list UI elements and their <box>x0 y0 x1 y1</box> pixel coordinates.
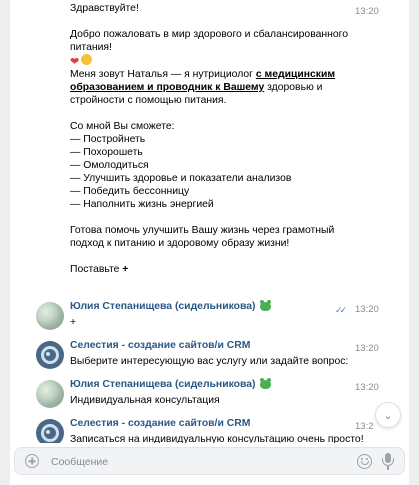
message-time: 13:2 <box>355 421 374 432</box>
intro-before: Меня зовут Наталья — я нутрициолог <box>70 69 256 80</box>
cta-label: Поставьте <box>70 264 123 275</box>
message-item[interactable]: Селестия - создание сайтов/и CRM Выберит… <box>10 339 409 379</box>
avatar[interactable] <box>36 302 64 330</box>
greeting-text: Здравствуйте! <box>70 3 139 14</box>
frog-icon <box>259 378 271 389</box>
frog-icon <box>259 300 271 311</box>
message-placeholder[interactable]: Сообщение <box>51 456 108 468</box>
message-text: Записаться на индивидуальную консультаци… <box>70 434 364 443</box>
list-item: — Наполнить жизнь энергией <box>70 199 214 210</box>
message-time: 13:20 <box>355 382 379 393</box>
message-input[interactable]: Сообщение <box>14 447 405 475</box>
smile-icon[interactable] <box>357 454 372 469</box>
list-item: — Похорошеть <box>70 147 143 158</box>
emoji-row: ❤ <box>70 54 350 68</box>
message-item[interactable]: Юлия Степанищева (сидельникова) Индивиду… <box>10 378 409 418</box>
welcome-message: Здравствуйте! Добро пожаловать в мир здо… <box>70 2 350 276</box>
read-status-icon: ✓✓ <box>335 305 347 315</box>
welcome-text: Добро пожаловать в мир здорового и сбала… <box>70 29 348 53</box>
message-text: + <box>70 317 77 328</box>
message-item[interactable]: Селестия - создание сайтов/и CRM Записат… <box>10 417 409 443</box>
microphone-icon[interactable] <box>382 453 394 471</box>
author-name[interactable]: Юлия Степанищева (сидельникова) <box>70 379 256 390</box>
list-item: — Победить бессонницу <box>70 186 190 197</box>
avatar[interactable] <box>36 380 64 408</box>
scroll-down-button[interactable]: ⌄ <box>375 402 401 428</box>
heart-icon: ❤ <box>70 56 80 68</box>
author-name[interactable]: Юлия Степанищева (сидельникова) <box>70 301 256 312</box>
author-name[interactable]: Селестия - создание сайтов/и CRM <box>70 418 250 429</box>
cta-text: Поставьте + <box>70 263 350 276</box>
message-time: 13:20 <box>355 343 379 354</box>
message-time: 13:20 <box>355 6 379 17</box>
grin-emoji-icon <box>81 54 92 65</box>
list-item: — Омолодиться <box>70 160 149 171</box>
right-gutter <box>409 0 419 485</box>
message-history[interactable]: Здравствуйте! Добро пожаловать в мир здо… <box>10 0 409 443</box>
attach-plus-icon[interactable] <box>25 454 39 468</box>
message-author[interactable]: Селестия - создание сайтов/и CRM <box>70 340 250 351</box>
offer-text: Готова помочь улучшить Вашу жизнь через … <box>70 225 335 249</box>
list-title: Со мной Вы сможете: <box>70 121 175 132</box>
message-author[interactable]: Селестия - создание сайтов/и CRM <box>70 418 250 429</box>
cta-plus: + <box>122 264 129 275</box>
author-name[interactable]: Селестия - создание сайтов/и CRM <box>70 340 250 351</box>
message-author[interactable]: Юлия Степанищева (сидельникова) <box>70 300 271 312</box>
list-item: — Постройнеть <box>70 134 146 145</box>
avatar[interactable] <box>36 341 64 369</box>
avatar[interactable] <box>36 419 64 443</box>
intro-text: Меня зовут Наталья — я нутрициолог с мед… <box>70 68 350 107</box>
message-author[interactable]: Юлия Степанищева (сидельникова) <box>70 378 271 390</box>
message-composer: Сообщение <box>10 443 409 485</box>
list-item: — Улучшить здоровье и показатели анализо… <box>70 173 292 184</box>
message-item[interactable]: Юлия Степанищева (сидельникова) + ✓✓ 13:… <box>10 300 409 340</box>
chevron-down-icon: ⌄ <box>383 409 393 422</box>
chat-window: Здравствуйте! Добро пожаловать в мир здо… <box>0 0 419 485</box>
message-text: Выберите интересующую вас услугу или зад… <box>70 356 349 367</box>
message-text: Индивидуальная консультация <box>70 395 220 406</box>
message-time: 13:20 <box>355 304 379 315</box>
left-gutter <box>0 0 10 485</box>
